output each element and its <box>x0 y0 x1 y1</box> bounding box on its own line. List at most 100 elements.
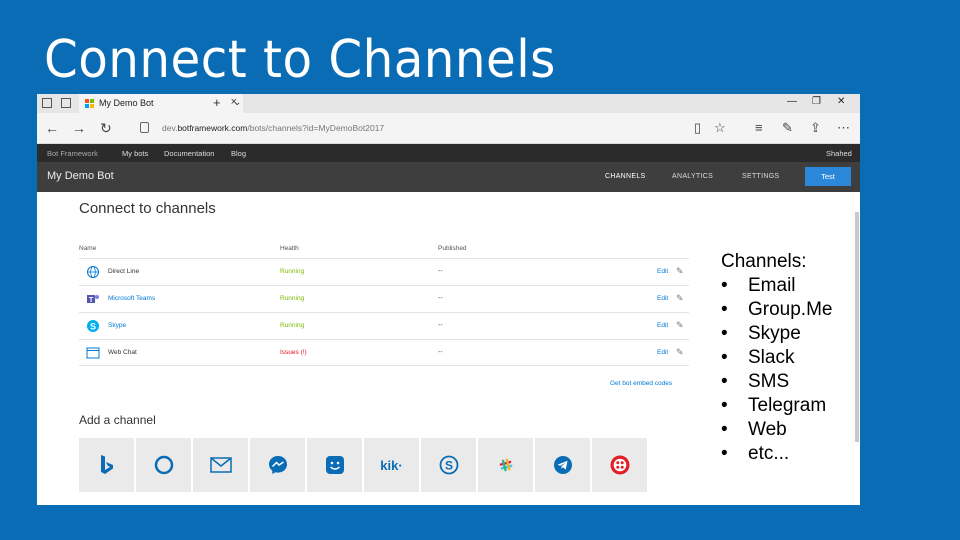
column-name: Name <box>79 245 97 252</box>
add-messenger-tile[interactable] <box>250 438 305 492</box>
slack-icon <box>499 458 512 472</box>
tab-settings[interactable]: SETTINGS <box>742 173 779 180</box>
channel-table: Direct Line Running -- Edit ✎ T Microsof… <box>79 258 689 366</box>
list-item: • SMS <box>721 371 790 392</box>
cortana-icon <box>154 455 173 475</box>
add-channel-tiles: kik· S <box>79 438 647 492</box>
channels-list: Channels: • Email • Group.Me • Skype • Slack… <box>721 250 832 466</box>
restore-icon[interactable]: ❐ <box>812 96 821 107</box>
bot-name: My Demo Bot <box>47 170 114 182</box>
pencil-icon[interactable]: ✎ <box>676 293 684 304</box>
embed-codes-link[interactable]: Get bot embed codes <box>610 380 672 387</box>
channel-health[interactable]: Issues (!) <box>280 349 307 356</box>
browser-tab-bar: My Demo Bot × + ⌄ — ❐ ✕ <box>37 94 860 113</box>
edit-link[interactable]: Edit <box>657 268 668 275</box>
url-field[interactable]: dev.botframework.com/bots/channels?id=My… <box>162 123 384 133</box>
close-window-icon[interactable]: ✕ <box>837 96 845 107</box>
channel-published: -- <box>438 322 443 329</box>
channel-health: Running <box>280 295 305 302</box>
list-item: • Slack <box>721 347 795 368</box>
table-row[interactable]: Web Chat Issues (!) -- Edit ✎ <box>79 339 689 366</box>
column-health: Health <box>280 245 299 252</box>
svg-text:S: S <box>90 322 96 332</box>
skype-icon: S <box>87 320 99 332</box>
globe-icon <box>87 266 99 278</box>
list-item: • etc... <box>721 443 790 464</box>
add-kik-tile[interactable]: kik· <box>364 438 419 492</box>
messenger-icon <box>268 456 287 474</box>
channel-name: Direct Line <box>108 268 140 275</box>
new-tab-icon[interactable]: + <box>213 95 221 110</box>
svg-text:S: S <box>444 459 452 473</box>
slide-title: Connect to Channels <box>44 30 556 90</box>
list-item: • Web <box>721 419 787 440</box>
channel-name[interactable]: Skype <box>108 322 126 329</box>
web-note-icon[interactable]: ✎ <box>782 120 793 136</box>
channel-name[interactable]: Microsoft Teams <box>108 295 155 302</box>
channel-published: -- <box>438 268 443 275</box>
page-heading: Connect to channels <box>79 200 216 217</box>
column-published: Published <box>438 245 467 252</box>
tab-preview-icon[interactable] <box>42 98 52 108</box>
add-telegram-tile[interactable] <box>535 438 590 492</box>
more-icon[interactable]: ⋯ <box>837 120 850 136</box>
pencil-icon[interactable]: ✎ <box>676 347 684 358</box>
list-item: • Skype <box>721 323 801 344</box>
refresh-icon[interactable]: ↻ <box>100 120 112 137</box>
table-row[interactable]: T Microsoft Teams Running -- Edit ✎ <box>79 285 689 312</box>
add-twilio-tile[interactable] <box>592 438 647 492</box>
brand-link[interactable]: Bot Framework <box>47 149 98 158</box>
reading-view-icon[interactable]: ▯ <box>694 120 701 136</box>
nav-my-bots[interactable]: My bots <box>122 149 148 158</box>
back-icon[interactable]: ← <box>45 120 59 136</box>
webchat-icon <box>86 347 100 359</box>
favorite-star-icon[interactable]: ☆ <box>714 120 726 136</box>
nav-documentation[interactable]: Documentation <box>164 149 214 158</box>
teams-icon: T <box>87 295 99 304</box>
test-button[interactable]: Test <box>805 167 851 186</box>
channel-published: -- <box>438 295 443 302</box>
edit-link[interactable]: Edit <box>657 322 668 329</box>
bot-header: My Demo Bot CHANNELS ANALYTICS SETTINGS … <box>37 162 860 192</box>
tab-title: My Demo Bot <box>99 98 154 108</box>
list-item: • Group.Me <box>721 299 833 320</box>
pencil-icon[interactable]: ✎ <box>676 266 684 277</box>
microsoft-logo-icon <box>85 99 94 108</box>
address-bar: ← → ↻ dev.botframework.com/bots/channels… <box>37 113 860 144</box>
minimize-icon[interactable]: — <box>787 96 797 107</box>
skype-for-business-icon: S <box>439 455 458 475</box>
add-cortana-tile[interactable] <box>136 438 191 492</box>
channel-published: -- <box>438 349 443 356</box>
groupme-icon <box>325 456 344 474</box>
add-bing-tile[interactable] <box>79 438 134 492</box>
hub-icon[interactable]: ≡ <box>755 120 763 135</box>
add-skype-business-tile[interactable]: S <box>421 438 476 492</box>
twilio-icon <box>610 455 629 475</box>
list-item: • Telegram <box>721 395 827 416</box>
site-nav: Bot Framework My bots Documentation Blog… <box>37 144 860 162</box>
user-name[interactable]: Shahed <box>826 149 852 158</box>
telegram-icon <box>553 456 572 474</box>
share-icon[interactable]: ⇪ <box>810 120 821 136</box>
add-email-tile[interactable] <box>193 438 248 492</box>
email-icon <box>209 457 232 473</box>
add-groupme-tile[interactable] <box>307 438 362 492</box>
table-row[interactable]: S Skype Running -- Edit ✎ <box>79 312 689 339</box>
channel-health: Running <box>280 268 305 275</box>
pencil-icon[interactable]: ✎ <box>676 320 684 331</box>
edit-link[interactable]: Edit <box>657 349 668 356</box>
list-item: • Email <box>721 275 796 296</box>
nav-blog[interactable]: Blog <box>231 149 246 158</box>
chevron-down-icon[interactable]: ⌄ <box>233 97 241 108</box>
tab-channels[interactable]: CHANNELS <box>605 173 646 180</box>
edit-link[interactable]: Edit <box>657 295 668 302</box>
scrollbar[interactable] <box>855 212 859 442</box>
forward-icon[interactable]: → <box>72 120 86 136</box>
tabs-aside-icon[interactable] <box>61 98 71 108</box>
add-slack-tile[interactable] <box>478 438 533 492</box>
tab-analytics[interactable]: ANALYTICS <box>672 173 713 180</box>
lock-icon <box>140 122 149 133</box>
kik-icon: kik· <box>380 457 403 473</box>
table-row[interactable]: Direct Line Running -- Edit ✎ <box>79 258 689 285</box>
channel-health: Running <box>280 322 305 329</box>
